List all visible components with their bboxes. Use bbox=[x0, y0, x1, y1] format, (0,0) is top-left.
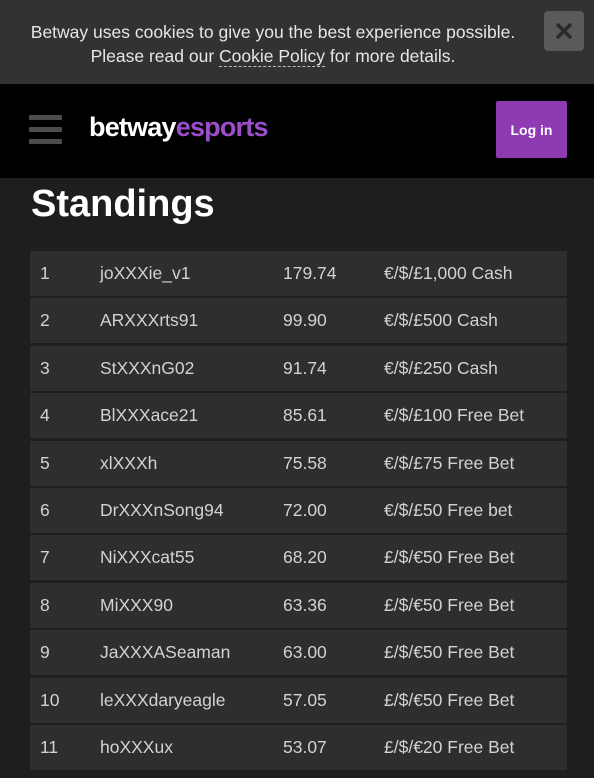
username-cell: hoXXXux bbox=[100, 736, 173, 757]
prize-cell: €/$/£75 Free Bet bbox=[384, 452, 515, 473]
prize-cell: £/$/€50 Free Bet bbox=[384, 594, 515, 615]
username-cell: ARXXXrts91 bbox=[100, 310, 199, 331]
prize-cell: €/$/£500 Cash bbox=[384, 310, 498, 331]
cookie-message-line1: Betway uses cookies to give you the best… bbox=[30, 22, 516, 42]
standings-row: 11 hoXXXux 53.07 £/$/€20 Free Bet bbox=[30, 724, 567, 770]
prize-cell: €/$/£100 Free Bet bbox=[384, 405, 525, 426]
cookie-close-button[interactable] bbox=[544, 11, 584, 51]
username-cell: StXXXnG02 bbox=[100, 357, 195, 378]
rank-cell: 8 bbox=[40, 594, 50, 615]
page: Betway uses cookies to give you the best… bbox=[0, 0, 594, 778]
score-cell: 63.36 bbox=[283, 594, 327, 615]
standings-row: 10 leXXXdaryeagle 57.05 £/$/€50 Free Bet bbox=[30, 677, 567, 723]
prize-cell: £/$/€50 Free Bet bbox=[384, 689, 515, 710]
score-cell: 85.61 bbox=[283, 405, 327, 426]
username-cell: NiXXXcat55 bbox=[100, 547, 195, 568]
score-cell: 57.05 bbox=[283, 689, 327, 710]
rank-cell: 11 bbox=[40, 736, 59, 757]
prize-cell: £/$/€50 Free Bet bbox=[384, 642, 515, 663]
username-cell: BlXXXace21 bbox=[100, 405, 199, 426]
rank-cell: 6 bbox=[40, 499, 50, 520]
username-cell: MiXXX90 bbox=[100, 594, 173, 615]
score-cell: 63.00 bbox=[283, 642, 327, 663]
prize-cell: €/$/£250 Cash bbox=[384, 357, 498, 378]
username-cell: xlXXXh bbox=[100, 452, 158, 473]
standings-row: 5 xlXXXh 75.58 €/$/£75 Free Bet bbox=[30, 440, 567, 486]
rank-cell: 1 bbox=[40, 263, 50, 283]
score-cell: 99.90 bbox=[283, 310, 327, 331]
standings-row: 4 BlXXXace21 85.61 €/$/£100 Free Bet bbox=[30, 393, 567, 439]
logo-esports: esports bbox=[175, 112, 269, 142]
rank-cell: 7 bbox=[40, 547, 50, 568]
page-title: Standings bbox=[31, 183, 215, 225]
cookie-text-after: for more details. bbox=[325, 46, 456, 66]
rank-cell: 5 bbox=[40, 452, 50, 473]
cookie-text-before: Please read our bbox=[90, 46, 220, 66]
cookie-banner: Betway uses cookies to give you the best… bbox=[0, 0, 594, 85]
score-cell: 91.74 bbox=[283, 357, 327, 378]
username-cell: DrXXXnSong94 bbox=[100, 499, 224, 520]
score-cell: 179.74 bbox=[283, 263, 337, 283]
standings-table: 1 joXXXie_v1 179.74 €/$/£1,000 Cash 2 ARXXXrt… bbox=[30, 251, 567, 772]
prize-cell: £/$/€50 Free Bet bbox=[384, 547, 515, 568]
login-button[interactable]: Log in bbox=[496, 101, 567, 158]
score-cell: 75.58 bbox=[283, 452, 327, 473]
rank-cell: 3 bbox=[40, 357, 50, 378]
score-cell: 72.00 bbox=[283, 499, 327, 520]
rank-cell: 2 bbox=[40, 310, 50, 331]
cookie-message: Betway uses cookies to give you the best… bbox=[0, 20, 546, 68]
score-cell: 53.07 bbox=[283, 736, 327, 757]
rank-cell: 4 bbox=[40, 405, 50, 426]
score-cell: 68.20 bbox=[283, 547, 327, 568]
username-cell: joXXXie_v1 bbox=[100, 263, 191, 283]
rank-cell: 9 bbox=[40, 642, 50, 663]
prize-cell: €/$/£50 Free bet bbox=[384, 499, 513, 520]
betway-esports-logo[interactable]: betwayesports bbox=[89, 110, 268, 144]
prize-cell: €/$/£1,000 Cash bbox=[384, 263, 513, 283]
cookie-message-line2: Please read our Cookie Policy for more d… bbox=[0, 44, 546, 68]
cookie-policy-link[interactable]: Cookie Policy bbox=[219, 46, 326, 67]
standings-row: 2 ARXXXrts91 99.90 €/$/£500 Cash bbox=[30, 298, 567, 344]
username-cell: JaXXXASeaman bbox=[100, 642, 231, 663]
site-header: betwayesports Log in bbox=[0, 84, 594, 178]
standings-row: 6 DrXXXnSong94 72.00 €/$/£50 Free bet bbox=[30, 487, 567, 533]
standings-row: 3 StXXXnG02 91.74 €/$/£250 Cash bbox=[30, 345, 567, 391]
hamburger-menu-icon[interactable] bbox=[29, 115, 62, 145]
rank-cell: 10 bbox=[40, 689, 60, 710]
username-cell: leXXXdaryeagle bbox=[100, 689, 226, 710]
standings-row: 8 MiXXX90 63.36 £/$/€50 Free Bet bbox=[30, 582, 567, 628]
prize-cell: £/$/€20 Free Bet bbox=[384, 736, 515, 757]
standings-row: 1 joXXXie_v1 179.74 €/$/£1,000 Cash bbox=[30, 251, 567, 296]
logo-betway: betway bbox=[89, 112, 177, 142]
close-x-icon bbox=[556, 23, 572, 39]
standings-row: 7 NiXXXcat55 68.20 £/$/€50 Free Bet bbox=[30, 535, 567, 581]
standings-row: 9 JaXXXASeaman 63.00 £/$/€50 Free Bet bbox=[30, 630, 567, 676]
